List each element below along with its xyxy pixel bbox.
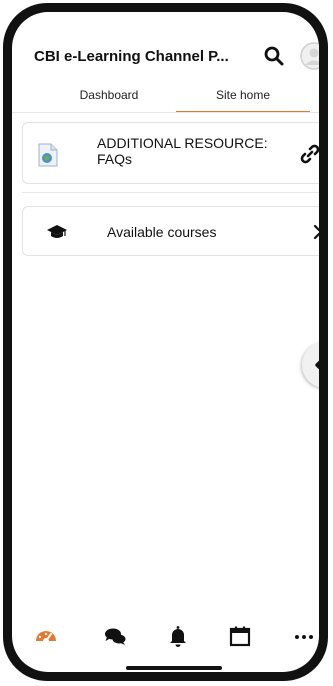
app-header: CBI e-Learning Channel P... — [12, 34, 319, 74]
file-icon — [37, 143, 59, 167]
home-indicator — [126, 666, 222, 670]
search-icon — [264, 46, 284, 66]
nav-notifications[interactable] — [166, 624, 190, 648]
search-button[interactable] — [262, 44, 286, 68]
tabs-divider — [12, 112, 319, 113]
app-screen: CBI e-Learning Channel P... Dashboard Si… — [12, 12, 319, 672]
tab-dashboard[interactable]: Dashboard — [46, 78, 172, 112]
tab-site-home[interactable]: Site home — [176, 78, 310, 112]
resource-card[interactable]: ADDITIONAL RESOURCE: FAQs — [22, 122, 319, 184]
nav-calendar[interactable] — [228, 624, 252, 648]
more-icon — [295, 635, 313, 639]
messages-icon — [105, 628, 126, 645]
link-icon — [300, 144, 319, 164]
drawer-toggle-button[interactable] — [302, 342, 319, 388]
link-button[interactable] — [299, 143, 319, 165]
chevron-right-icon — [311, 223, 319, 241]
tab-bar: Dashboard Site home — [12, 78, 319, 113]
dashboard-icon — [36, 631, 56, 644]
nav-more[interactable] — [292, 624, 316, 648]
nav-messages[interactable] — [103, 624, 127, 648]
section-divider — [22, 192, 319, 193]
calendar-icon — [229, 626, 251, 647]
bottom-navigation — [12, 618, 319, 654]
nav-dashboard[interactable] — [34, 624, 58, 648]
bell-icon — [170, 626, 186, 647]
resource-title: ADDITIONAL RESOURCE: FAQs — [97, 135, 268, 167]
page-title: CBI e-Learning Channel P... — [34, 48, 229, 65]
avatar[interactable] — [300, 42, 319, 70]
chevron-left-icon — [315, 360, 319, 370]
available-courses-item[interactable]: Available courses — [22, 206, 319, 256]
graduation-cap-icon — [47, 223, 67, 241]
device-frame: CBI e-Learning Channel P... Dashboard Si… — [3, 3, 328, 681]
user-avatar-icon — [300, 42, 319, 70]
available-courses-label: Available courses — [107, 224, 217, 240]
